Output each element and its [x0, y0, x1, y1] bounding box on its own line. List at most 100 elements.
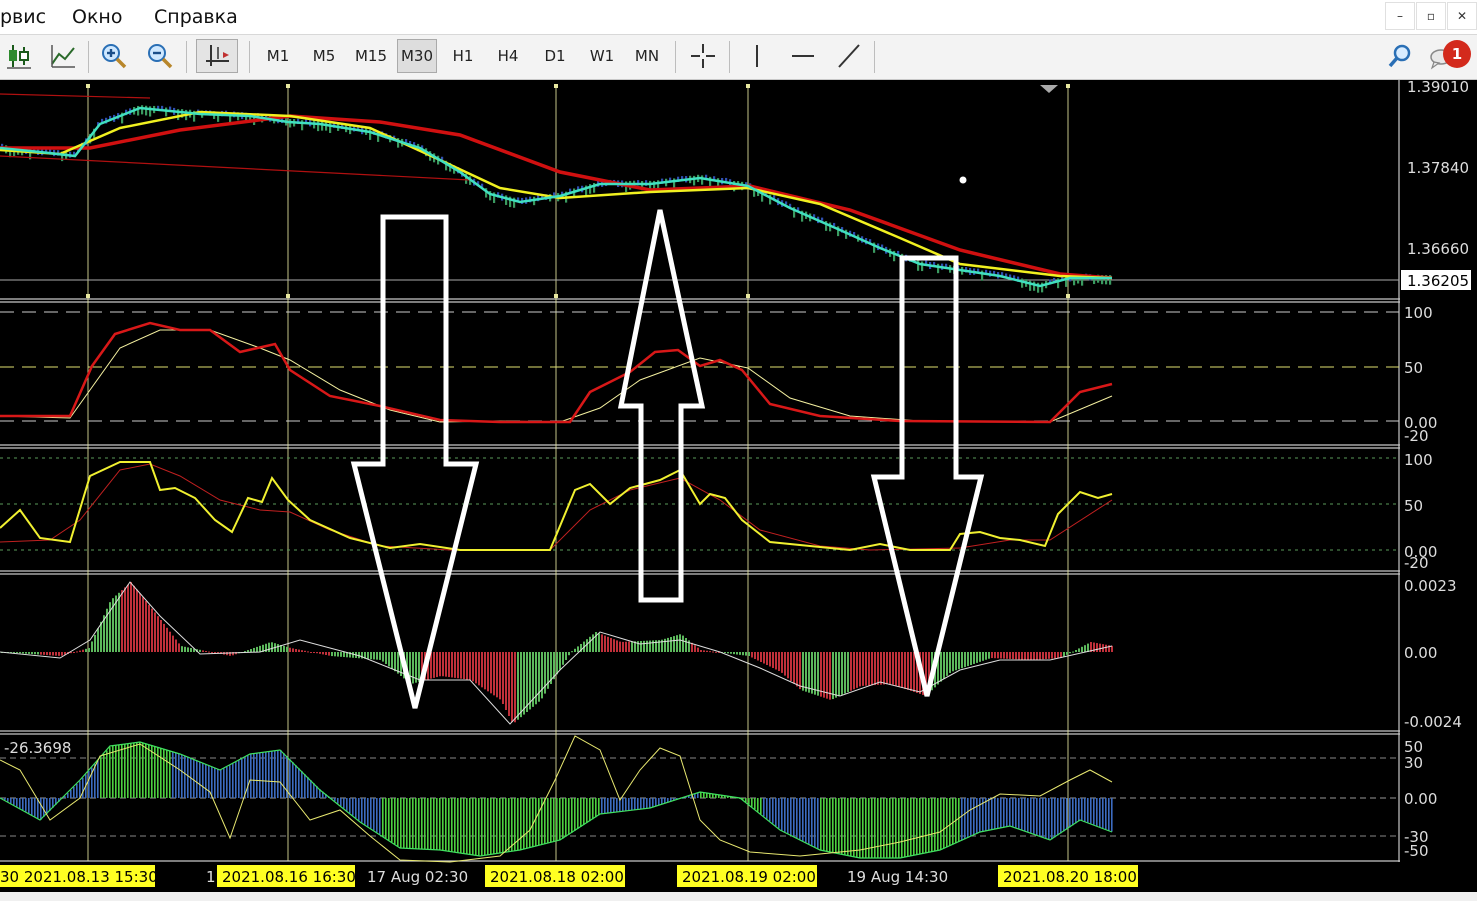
zoom-in-button[interactable]: [97, 39, 131, 73]
search-button[interactable]: [1383, 39, 1417, 73]
menu-help[interactable]: Справка: [154, 6, 238, 28]
macd-bar: [121, 590, 123, 652]
oscillator-bar: [196, 760, 198, 798]
oscillator-bar: [505, 798, 507, 853]
down-arrow-2: [870, 255, 985, 697]
macd-bar: [676, 635, 678, 652]
chart-shift-button[interactable]: [196, 39, 238, 73]
oscillator-bar: [1048, 798, 1050, 840]
menu-service[interactable]: рвис: [0, 6, 46, 28]
tf-mn[interactable]: MN: [627, 39, 667, 73]
oscillator-bar: [1024, 798, 1026, 831]
tf-w1[interactable]: W1: [582, 39, 622, 73]
macd-bar: [184, 646, 186, 652]
macd-bar: [814, 652, 816, 695]
macd-bar: [382, 652, 384, 662]
price-candle: [141, 105, 144, 115]
oscillator-bar: [343, 798, 345, 809]
oscillator-bar: [67, 793, 69, 798]
close-button[interactable]: ✕: [1447, 2, 1477, 30]
notification-badge[interactable]: 1: [1443, 40, 1471, 68]
oscillator-bar: [412, 798, 414, 849]
oscillator-bar: [133, 742, 135, 798]
macd-bar: [322, 652, 324, 655]
toolbar: M1 M5 M15 M30 H1 H4 D1 W1 MN: [0, 35, 1477, 80]
oscillator-bar: [964, 798, 966, 840]
trendline-button[interactable]: [832, 39, 866, 73]
macd-bar: [541, 652, 543, 699]
macd-bar: [664, 638, 666, 652]
oscillator-bar: [70, 790, 72, 798]
tf-m5[interactable]: M5: [304, 39, 344, 73]
tf-m15[interactable]: M15: [350, 39, 392, 73]
macd-bar: [640, 641, 642, 652]
chart-shift-icon: [206, 45, 229, 66]
oscillator-bar: [139, 742, 141, 798]
oscillator-bar: [178, 753, 180, 798]
macd-bar: [979, 652, 981, 662]
shift-marker-icon[interactable]: [1040, 85, 1058, 93]
chart-area[interactable]: 1.39010 1.37840 1.36660 1.36205 100 50 0…: [0, 80, 1477, 901]
price-candle: [169, 106, 172, 110]
oscillator-bar: [229, 765, 231, 798]
crosshair-button[interactable]: [686, 39, 720, 73]
oscillator-bar: [1054, 798, 1056, 838]
oscillator-bar: [841, 798, 843, 855]
oscillator-bar: [823, 798, 825, 851]
oscillator-bar: [136, 742, 138, 798]
oscillator-bar: [1084, 798, 1086, 822]
oscillator-bar: [526, 798, 528, 849]
oscillator-bar: [832, 798, 834, 853]
candlestick-chart-button[interactable]: [2, 39, 36, 73]
macd-bar: [796, 652, 798, 687]
oscillator-bar: [382, 798, 384, 837]
channel-line-red: [0, 93, 151, 99]
macd-bar: [1051, 652, 1053, 659]
oscillator-bar: [289, 759, 291, 798]
oscillator-bar: [160, 748, 162, 798]
macd-bar: [151, 608, 153, 652]
vertical-line-button[interactable]: [740, 39, 774, 73]
oscillator-bar: [850, 798, 852, 856]
oscillator-bar: [400, 798, 402, 848]
oscillator-bar: [355, 798, 357, 818]
oscillator-bar: [172, 751, 174, 798]
macd-bar: [127, 584, 129, 652]
zoom-out-button[interactable]: [143, 39, 177, 73]
oscillator-bar: [583, 798, 585, 826]
tf-d1[interactable]: D1: [535, 39, 575, 73]
oscillator-bar: [16, 798, 18, 807]
macd-bar: [100, 621, 102, 652]
macd-bar: [526, 652, 528, 712]
macd-bar: [292, 648, 294, 652]
macd-bar: [562, 652, 564, 665]
tf-m30[interactable]: M30: [397, 39, 437, 73]
oscillator-bar: [406, 798, 408, 849]
restore-button[interactable]: ▫: [1416, 2, 1446, 30]
horizontal-line-button[interactable]: [786, 39, 820, 73]
macd-bar: [1024, 652, 1026, 660]
menu-window[interactable]: Окно: [72, 6, 122, 28]
macd-bar: [1063, 652, 1065, 657]
macd-bar: [19, 652, 21, 654]
oscillator-bar: [898, 798, 900, 858]
oscillator-bar: [1105, 798, 1107, 830]
price-candle: [821, 217, 824, 221]
oscillator-bar: [367, 798, 369, 827]
tf-h1[interactable]: H1: [443, 39, 483, 73]
oscillator-bar: [226, 766, 228, 798]
oscillator-bar: [292, 762, 294, 798]
tf-h4[interactable]: H4: [488, 39, 528, 73]
oscillator-bar: [31, 798, 33, 816]
oscillator-bar: [40, 798, 42, 820]
line-chart-button[interactable]: [46, 39, 80, 73]
macd-bar: [610, 638, 612, 652]
macd-bar: [1006, 652, 1008, 659]
minimize-button[interactable]: –: [1385, 2, 1415, 30]
macd-bar: [607, 636, 609, 652]
horizontal-line-icon: [792, 55, 814, 57]
macd-bar: [994, 652, 996, 659]
tf-m1[interactable]: M1: [258, 39, 298, 73]
oscillator-bar: [559, 798, 561, 841]
macd-bar: [703, 650, 705, 652]
